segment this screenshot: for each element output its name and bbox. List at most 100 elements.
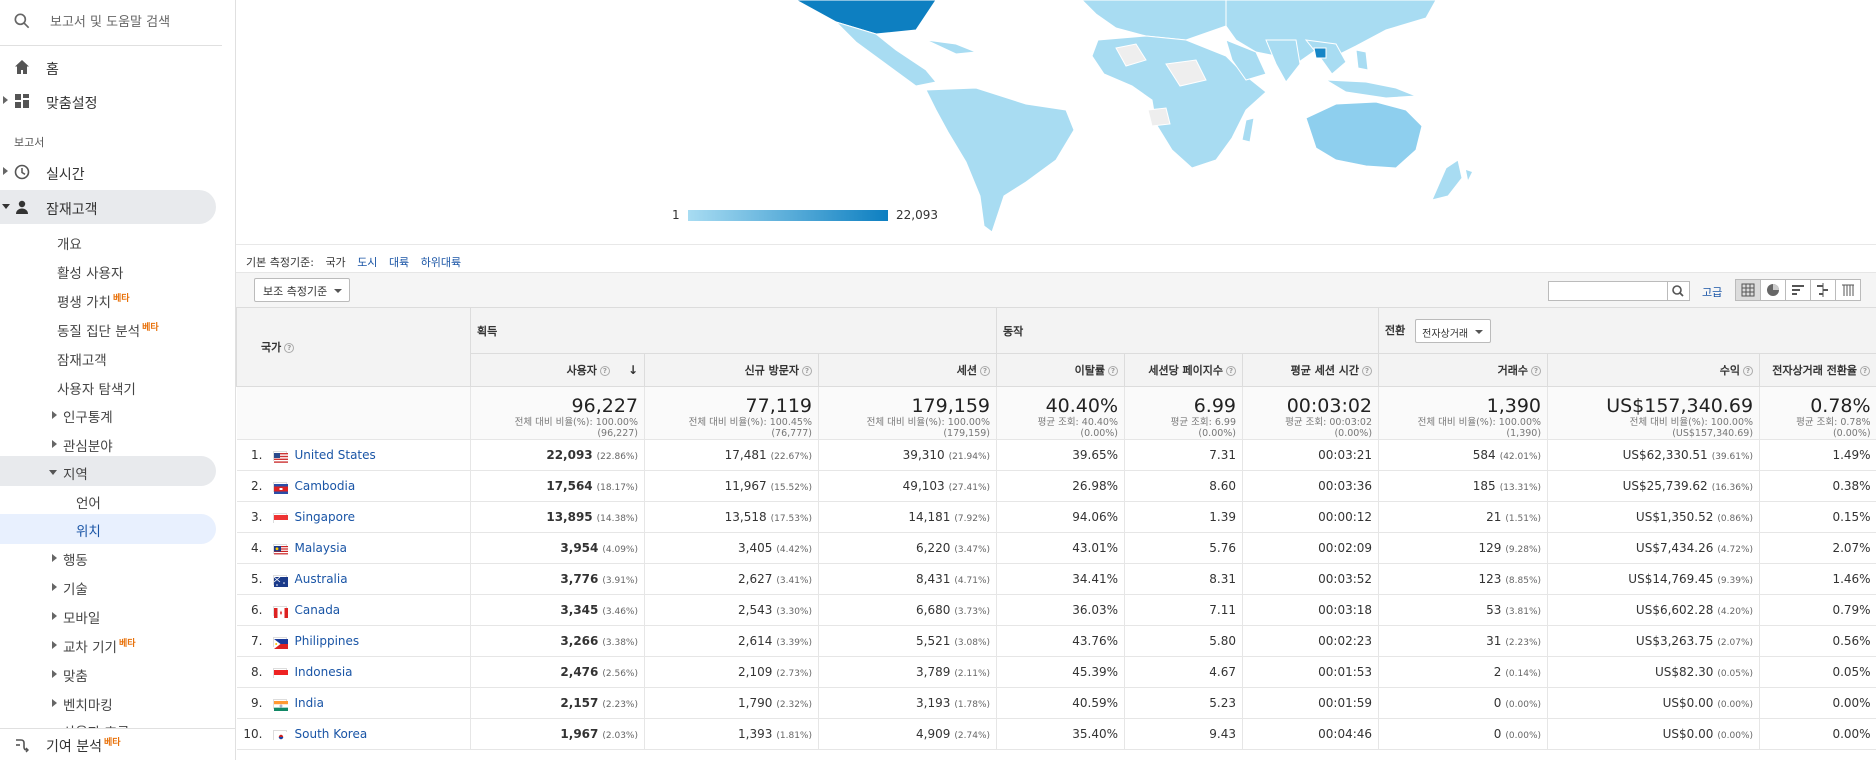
- nav-customization[interactable]: 맞춤설정: [0, 84, 235, 118]
- table-filter-button[interactable]: [1668, 281, 1690, 301]
- nav-language-label: 언어: [76, 496, 101, 512]
- help-icon[interactable]: ?: [1860, 366, 1871, 376]
- nav-interests[interactable]: 관심분야: [0, 430, 235, 458]
- dimension-city-link[interactable]: 도시: [357, 256, 377, 269]
- sessions-cell: 6,220 (3.47%): [817, 532, 997, 564]
- col-bounce-rate[interactable]: 이탈률?: [996, 353, 1126, 387]
- nav-behavior[interactable]: 행동: [0, 544, 235, 572]
- caret-down-icon: [2, 204, 10, 209]
- avg-duration-cell: 00:02:09: [1242, 532, 1379, 564]
- beta-badge: 베타: [118, 639, 136, 649]
- attribution-icon: [16, 739, 29, 753]
- person-icon: [16, 200, 28, 214]
- col-new-users[interactable]: 신규 방문자?: [644, 353, 819, 387]
- col-transactions[interactable]: 거래수?: [1378, 353, 1549, 387]
- table-row: 6. Canada 3,345 (3.46%) 2,543 (3.30%) 6,680 (3.…: [236, 594, 1876, 626]
- nav-audiences[interactable]: 잠재고객: [0, 344, 235, 372]
- clock-icon: [14, 164, 30, 180]
- beta-badge: 베타: [103, 738, 121, 748]
- bounce-rate-cell: 45.39%: [996, 656, 1125, 688]
- nav-active-users[interactable]: 활성 사용자: [0, 257, 235, 285]
- nav-cross-device[interactable]: 교차 기기 베타: [0, 631, 235, 659]
- nav-audience[interactable]: 잠재고객: [0, 190, 235, 224]
- map-legend-max: 22,093: [896, 208, 938, 222]
- country-cell: 8. Indonesia: [236, 656, 471, 688]
- country-link[interactable]: Malaysia: [295, 541, 347, 555]
- nav-cohort-analysis[interactable]: 동질 집단 분석 베타: [0, 315, 235, 343]
- bounce-rate-cell: 43.76%: [996, 625, 1125, 657]
- conversion-rate-cell: 0.38%: [1759, 470, 1876, 502]
- nav-demographics[interactable]: 인구통계: [0, 401, 235, 429]
- advanced-filter-link[interactable]: 고급: [1702, 284, 1722, 300]
- country-link[interactable]: Philippines: [295, 634, 360, 648]
- pie-view-icon[interactable]: [1760, 279, 1786, 301]
- nav-realtime[interactable]: 실시간: [0, 155, 235, 189]
- nav-mobile[interactable]: 모바일: [0, 602, 235, 630]
- help-icon[interactable]: ?: [1531, 366, 1542, 376]
- avg-duration-cell: 00:03:52: [1242, 563, 1379, 595]
- col-sessions[interactable]: 세션?: [817, 353, 998, 387]
- nav-attribution-label: 기여 분석: [46, 739, 102, 755]
- nav-technology[interactable]: 기술: [0, 573, 235, 601]
- pivot-view-icon[interactable]: [1835, 279, 1861, 301]
- nav-geo[interactable]: 지역: [0, 458, 235, 486]
- report-search[interactable]: 보고서 및 도움말 검색: [0, 0, 222, 46]
- help-icon[interactable]: ?: [802, 366, 812, 376]
- revenue-cell: US$6,602.28 (4.20%): [1547, 594, 1760, 626]
- help-icon[interactable]: ?: [980, 366, 991, 376]
- beta-badge: 베타: [112, 294, 130, 304]
- col-revenue[interactable]: 수익?: [1547, 353, 1761, 387]
- country-link[interactable]: India: [295, 696, 324, 710]
- table-view-icon[interactable]: [1735, 279, 1761, 301]
- country-link[interactable]: Indonesia: [295, 665, 353, 679]
- country-link[interactable]: Canada: [295, 603, 341, 617]
- bounce-rate-cell: 94.06%: [996, 501, 1125, 533]
- nav-attribution[interactable]: 기여 분석 베타: [0, 728, 235, 760]
- caret-down-icon: [49, 470, 57, 475]
- country-link[interactable]: United States: [295, 448, 376, 462]
- country-link[interactable]: South Korea: [295, 727, 368, 741]
- conversion-select[interactable]: 전자상거래: [1415, 318, 1492, 343]
- help-icon[interactable]: ?: [284, 343, 295, 353]
- nav-location[interactable]: 위치: [0, 515, 235, 543]
- table-row: 7. Philippines 3,266 (3.38%) 2,614 (3.39%) 5,5…: [236, 625, 1876, 657]
- country-header[interactable]: 국가?: [236, 307, 471, 387]
- help-icon[interactable]: ?: [599, 366, 610, 376]
- nav-home[interactable]: 홈: [0, 50, 235, 84]
- help-icon[interactable]: ?: [1226, 366, 1237, 376]
- users-cell: 3,776 (3.91%): [470, 563, 645, 595]
- col-users[interactable]: 사용자? ↓: [470, 353, 645, 387]
- country-link[interactable]: Australia: [295, 572, 348, 586]
- country-link[interactable]: Singapore: [295, 510, 356, 524]
- new-users-cell: 17,481 (22.67%): [644, 439, 819, 471]
- flag-kh-icon: [272, 481, 288, 494]
- nav-custom[interactable]: 맞춤: [0, 660, 235, 688]
- dimension-subcontinent-link[interactable]: 하위대륙: [421, 256, 461, 269]
- total-revenue-cell: US$157,340.69 전체 대비 비율(%): 100.00% (US$157…: [1547, 386, 1760, 440]
- table-filter-input[interactable]: [1548, 281, 1668, 301]
- performance-view-icon[interactable]: [1785, 279, 1811, 301]
- nav-lifetime-value[interactable]: 평생 가치 베타: [0, 286, 235, 314]
- map-region-madagascar: [1241, 117, 1255, 143]
- help-icon[interactable]: ?: [1743, 366, 1754, 376]
- nav-user-explorer[interactable]: 사용자 탐색기: [0, 373, 235, 401]
- nav-benchmarking[interactable]: 벤치마킹: [0, 689, 235, 717]
- comparison-view-icon[interactable]: [1810, 279, 1836, 301]
- dimension-continent-link[interactable]: 대륙: [389, 256, 409, 269]
- country-link[interactable]: Cambodia: [295, 479, 356, 493]
- help-icon[interactable]: ?: [1362, 366, 1373, 376]
- map-region-caribbean: [925, 39, 977, 55]
- nav-overview[interactable]: 개요: [0, 228, 235, 256]
- secondary-dimension-button[interactable]: 보조 측정기준: [254, 278, 351, 302]
- geo-map[interactable]: 1 22,093: [236, 0, 1876, 245]
- help-icon[interactable]: ?: [1108, 366, 1119, 376]
- table-group-header: 국가? 획득 동작 전환 전자상거래: [236, 307, 1876, 387]
- transactions-cell: 2 (0.14%): [1378, 656, 1548, 688]
- sessions-cell: 5,521 (3.08%): [817, 625, 997, 657]
- nav-language[interactable]: 언어: [0, 487, 235, 515]
- users-cell: 17,564 (18.17%): [470, 470, 645, 502]
- col-pages-per-session[interactable]: 세션당 페이지수?: [1124, 353, 1244, 387]
- pages-per-session-cell: 5.76: [1124, 532, 1243, 564]
- col-avg-session-duration[interactable]: 평균 세션 시간?: [1242, 353, 1380, 387]
- col-conversion-rate[interactable]: 전자상거래 전환율?: [1759, 353, 1876, 387]
